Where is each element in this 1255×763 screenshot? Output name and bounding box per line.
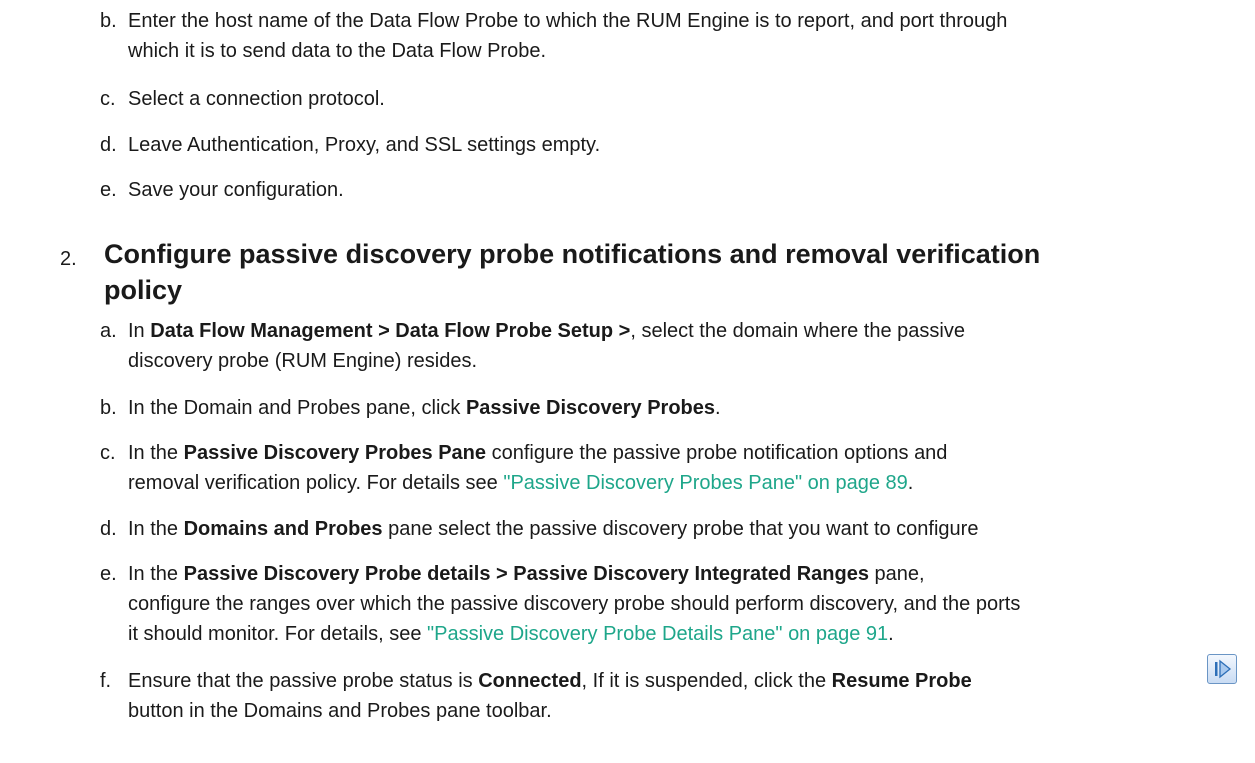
- list-letter: b.: [100, 10, 117, 32]
- list-letter: f.: [100, 670, 112, 692]
- list-letter: c.: [100, 88, 116, 110]
- list-letter: b.: [100, 397, 117, 419]
- list-text: discovery probe (RUM Engine) resides.: [128, 350, 478, 372]
- ui-path: Passive Discovery Probe details > Passiv…: [183, 563, 869, 585]
- list-letter: e.: [100, 179, 117, 201]
- list-item: e. In the Passive Discovery Probe detail…: [0, 559, 1255, 649]
- step-heading: 2. Configure passive discovery probe not…: [0, 236, 1255, 310]
- list-text: button in the Domains and Probes pane to…: [128, 700, 552, 722]
- status-label: Connected: [478, 670, 582, 692]
- list-text: removal verification policy. For details…: [128, 472, 914, 494]
- list-letter: c.: [100, 442, 116, 464]
- list-letter: d.: [100, 518, 117, 540]
- list-item: b. In the Domain and Probes pane, click …: [0, 393, 1255, 423]
- cross-reference-link[interactable]: "Passive Discovery Probes Pane" on page …: [503, 472, 907, 494]
- list-item: f. Ensure that the passive probe status …: [0, 666, 1255, 726]
- list-text: configure the ranges over which the pass…: [128, 593, 1021, 615]
- list-text: In the Passive Discovery Probe details >…: [128, 563, 925, 585]
- list-text: Select a connection protocol.: [128, 88, 385, 110]
- list-letter: a.: [100, 320, 117, 342]
- list-item: e. Save your configuration.: [0, 175, 1255, 205]
- step-title-line2: policy: [104, 275, 183, 305]
- list-item: d. In the Domains and Probes pane select…: [0, 514, 1255, 544]
- step-title-line1: Configure passive discovery probe notifi…: [104, 239, 1041, 269]
- list-text: Save your configuration.: [128, 179, 344, 201]
- list-text: In the Passive Discovery Probes Pane con…: [128, 442, 948, 464]
- ui-label: Domains and Probes: [183, 518, 383, 540]
- list-item: c. In the Passive Discovery Probes Pane …: [0, 438, 1255, 498]
- list-item: d. Leave Authentication, Proxy, and SSL …: [0, 130, 1255, 160]
- ui-label: Passive Discovery Probes: [465, 397, 716, 419]
- cross-reference-link[interactable]: "Passive Discovery Probe Details Pane" o…: [427, 623, 888, 645]
- ui-path: Data Flow Management > Data Flow Probe S…: [150, 320, 631, 342]
- list-text: Ensure that the passive probe status is …: [128, 670, 972, 692]
- resume-probe-icon: [1207, 654, 1237, 684]
- list-letter: e.: [100, 563, 117, 585]
- list-text: In the Domain and Probes pane, click Pas…: [128, 397, 721, 419]
- list-text: which it is to send data to the Data Flo…: [128, 40, 546, 62]
- ui-label: Passive Discovery Probes Pane: [183, 442, 487, 464]
- list-text: In the Domains and Probes pane select th…: [128, 518, 979, 540]
- list-text: In Data Flow Management > Data Flow Prob…: [128, 320, 965, 342]
- list-letter: d.: [100, 134, 117, 156]
- list-item: a. In Data Flow Management > Data Flow P…: [0, 316, 1255, 376]
- list-item: b. Enter the host name of the Data Flow …: [0, 6, 1255, 66]
- list-text: it should monitor. For details, see "Pas…: [128, 623, 894, 645]
- list-text: Enter the host name of the Data Flow Pro…: [128, 10, 1008, 32]
- list-text: Leave Authentication, Proxy, and SSL set…: [128, 134, 601, 156]
- ui-label: Resume Probe: [831, 670, 972, 692]
- list-item: c. Select a connection protocol.: [0, 84, 1255, 114]
- step-number: 2.: [60, 248, 77, 270]
